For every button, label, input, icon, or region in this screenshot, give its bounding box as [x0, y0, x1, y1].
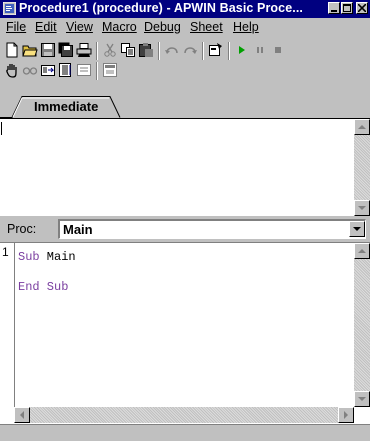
scroll-right-button[interactable] [338, 407, 354, 423]
code-line[interactable]: Sub Main [18, 250, 76, 264]
paste-icon[interactable] [138, 42, 154, 58]
maximize-icon [343, 4, 351, 12]
menu-help[interactable]: Help [233, 20, 259, 34]
toolbar-debug [4, 60, 204, 82]
code-editor[interactable]: 1 Sub Main End Sub [0, 242, 370, 424]
immediate-scrollbar[interactable] [354, 119, 370, 216]
pause-icon[interactable] [252, 42, 268, 58]
maximize-button[interactable] [341, 2, 353, 14]
cut-icon[interactable] [102, 42, 118, 58]
menu-edit[interactable]: Edit [35, 20, 57, 34]
menu-file[interactable]: File [6, 20, 26, 34]
proc-dropdown-button[interactable] [349, 221, 365, 237]
menu-bar: File Edit View Macro Debug Sheet Help [0, 18, 370, 37]
editor-window: Procedure1 (procedure) - APWIN Basic Pro… [0, 0, 370, 441]
minimize-icon [331, 10, 337, 12]
arrow-down-icon [358, 397, 366, 401]
title-bar[interactable]: Procedure1 (procedure) - APWIN Basic Pro… [0, 0, 370, 18]
close-button[interactable] [356, 2, 368, 14]
tab-strip: Immediate [0, 96, 370, 118]
close-icon [358, 4, 366, 12]
redo-icon[interactable] [182, 42, 198, 58]
menu-view[interactable]: View [66, 20, 93, 34]
step-glasses-icon[interactable] [22, 62, 38, 78]
proc-label: Proc: [7, 222, 37, 236]
arrow-right-icon [344, 411, 348, 419]
print-icon[interactable] [76, 42, 92, 58]
proc-value: Main [63, 222, 93, 237]
arrow-up-icon [358, 125, 366, 129]
code-vertical-scrollbar[interactable] [354, 243, 370, 407]
menu-sheet[interactable]: Sheet [190, 20, 223, 34]
tab-immediate[interactable]: Immediate [34, 99, 98, 114]
step-out-icon[interactable] [76, 62, 92, 78]
new-file-icon[interactable] [4, 42, 20, 58]
scroll-down-button[interactable] [354, 391, 370, 407]
stop-icon[interactable] [270, 42, 286, 58]
save-all-icon[interactable] [58, 42, 74, 58]
menu-debug[interactable]: Debug [144, 20, 181, 34]
open-folder-icon[interactable] [22, 42, 38, 58]
run-icon[interactable] [234, 42, 250, 58]
scroll-down-button[interactable] [354, 200, 370, 216]
status-bar [0, 424, 370, 441]
undo-icon[interactable] [164, 42, 180, 58]
arrow-left-icon [20, 411, 24, 419]
dialog-editor-icon[interactable] [208, 42, 224, 58]
hand-icon[interactable] [4, 62, 20, 78]
line-number-gutter: 1 [0, 243, 15, 407]
scroll-up-button[interactable] [354, 119, 370, 135]
code-horizontal-scrollbar[interactable] [14, 407, 354, 423]
code-line[interactable]: End Sub [18, 280, 68, 294]
scroll-left-button[interactable] [14, 407, 30, 423]
arrow-up-icon [358, 249, 366, 253]
watch-window-icon[interactable] [102, 62, 118, 78]
menu-macro[interactable]: Macro [102, 20, 137, 34]
arrow-down-icon [358, 206, 366, 210]
chevron-down-icon [353, 227, 361, 231]
immediate-pane[interactable] [0, 118, 370, 216]
step-into-icon[interactable] [40, 62, 56, 78]
window-title: Procedure1 (procedure) - APWIN Basic Pro… [19, 1, 303, 15]
minimize-button[interactable] [328, 2, 340, 14]
proc-dropdown[interactable]: Main [58, 219, 366, 239]
scroll-up-button[interactable] [354, 243, 370, 259]
text-caret [1, 122, 2, 135]
proc-bar: Proc: Main [0, 216, 370, 242]
line-number: 1 [2, 245, 9, 259]
copy-icon[interactable] [120, 42, 136, 58]
save-icon[interactable] [40, 42, 56, 58]
step-over-icon[interactable] [58, 62, 74, 78]
app-icon[interactable] [3, 2, 16, 15]
toolbar-standard [4, 40, 344, 62]
